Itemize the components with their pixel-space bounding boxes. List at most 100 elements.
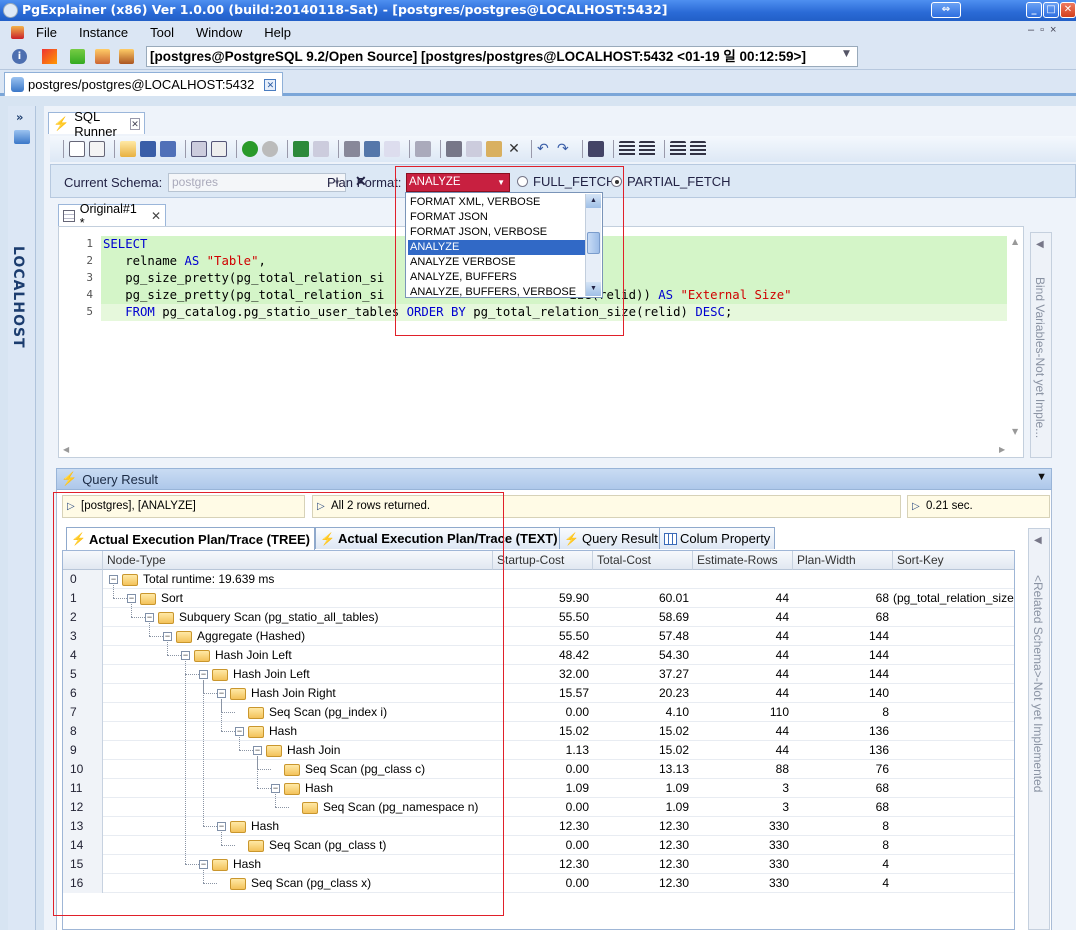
editor-scroll-right-icon[interactable]: ▶ [999, 445, 1005, 454]
total-cost-cell: 13.13 [658, 762, 689, 776]
cut-icon[interactable] [446, 141, 462, 157]
copy-file-icon[interactable] [89, 141, 105, 157]
bind-variables-panel[interactable]: ◀ Bind Variables-Not yet Imple... [1030, 232, 1052, 458]
editor-scroll-left-icon[interactable]: ◀ [63, 445, 69, 454]
toolbar-separator [114, 140, 115, 158]
undo-icon[interactable]: ↶ [537, 141, 553, 157]
code-line: pg_size_pretty(pg_total_relation_si [103, 270, 384, 287]
sort-key-cell: (pg_total_relation_size((p [893, 591, 1015, 605]
grid-icon[interactable] [313, 141, 329, 157]
restore-icon[interactable]: ⇔ [931, 2, 961, 18]
format-sql-icon[interactable] [211, 141, 227, 157]
menu-tool[interactable]: Tool [150, 25, 174, 40]
highlight-box-tree [53, 492, 504, 916]
related-panel-pin-icon[interactable]: ◀ [1034, 535, 1042, 546]
comment-icon[interactable] [670, 141, 686, 157]
connect-icon[interactable] [95, 49, 110, 64]
query-result-collapse-icon[interactable]: ▼ [1036, 471, 1047, 483]
bind-panel-pin-icon[interactable]: ◀ [1036, 239, 1044, 250]
connection-toolbar: i [postgres@PostgreSQL 9.2/Open Source] … [0, 43, 1076, 70]
menu-instance[interactable]: Instance [79, 25, 128, 40]
expand-sidebar-icon[interactable]: » [16, 110, 23, 124]
status-time-text: 0.21 sec. [926, 500, 973, 512]
line-number: 3 [86, 271, 93, 284]
export-excel-icon[interactable] [293, 141, 309, 157]
sql-runner-tab[interactable]: ⚡ SQL Runner ✕ [48, 109, 145, 139]
window-title: PgExplainer (x86) Ver 1.0.00 (build:2014… [22, 2, 668, 17]
close-tab-icon[interactable]: ✕ [264, 78, 277, 91]
menu-help[interactable]: Help [264, 25, 291, 40]
layout-icon[interactable] [384, 141, 400, 157]
total-cost-cell: 12.30 [658, 857, 689, 871]
tab-colum-property[interactable]: Colum Property [659, 527, 776, 549]
close-button[interactable]: ✕ [1060, 2, 1076, 18]
save-all-icon[interactable] [160, 141, 176, 157]
delete-icon[interactable]: ✕ [506, 141, 522, 157]
column-plan-width[interactable]: Plan-Width [793, 551, 893, 570]
total-cost-cell: 12.30 [658, 876, 689, 890]
minimize-button[interactable]: _ [1026, 2, 1042, 18]
close-editor-tab-icon[interactable]: ✕ [151, 209, 161, 223]
print-icon[interactable] [415, 141, 431, 157]
menu-app-icon [11, 25, 24, 39]
split-horizontal-icon[interactable] [344, 141, 360, 157]
split-vertical-icon[interactable] [364, 141, 380, 157]
sidebar-host-label[interactable]: LOCALHOST [10, 246, 26, 349]
document-tab[interactable]: postgres/postgres@LOCALHOST:5432 ✕ [4, 72, 284, 96]
column-estimate-rows[interactable]: Estimate-Rows [693, 551, 793, 570]
title-bar: PgExplainer (x86) Ver 1.0.00 (build:2014… [0, 0, 1076, 21]
sheet-icon [63, 209, 75, 222]
indent-icon[interactable] [619, 141, 635, 157]
total-cost-cell: 1.09 [665, 781, 689, 795]
editor-scroll-up-icon[interactable]: ▲ [1012, 237, 1018, 246]
paste-icon[interactable] [486, 141, 502, 157]
partial-fetch-radio[interactable]: PARTIAL_FETCH [611, 174, 731, 189]
stop-icon[interactable] [262, 141, 278, 157]
line-number: 4 [86, 288, 93, 301]
editor-scroll-down-icon[interactable]: ▼ [1012, 427, 1018, 436]
maximize-button[interactable]: □ [1043, 2, 1059, 18]
outdent-icon[interactable] [639, 141, 655, 157]
redo-icon[interactable]: ↷ [557, 141, 573, 157]
reconnect-icon[interactable] [119, 49, 134, 64]
add-connection-icon[interactable] [70, 49, 85, 64]
info-icon[interactable]: i [12, 49, 27, 64]
current-schema-select[interactable]: postgres ▼ [168, 173, 346, 192]
uncomment-icon[interactable] [690, 141, 706, 157]
startup-cost-cell: 0.00 [565, 705, 589, 719]
close-sql-runner-icon[interactable]: ✕ [130, 117, 140, 130]
mdi-controls[interactable]: –▫× [1028, 24, 1062, 36]
connection-label: [postgres@PostgreSQL 9.2/Open Source] [p… [150, 49, 806, 64]
startup-cost-cell: 48.42 [558, 648, 589, 662]
total-cost-cell: 60.01 [658, 591, 689, 605]
save-icon[interactable] [140, 141, 156, 157]
estimate-rows-cell: 330 [768, 857, 789, 871]
line-gutter: 1 2 3 4 5 [59, 227, 97, 443]
tab-query-result[interactable]: ⚡ Query Result [559, 527, 663, 549]
new-file-icon[interactable] [69, 141, 85, 157]
column-total-cost[interactable]: Total-Cost [593, 551, 693, 570]
explain-tree-icon[interactable] [191, 141, 207, 157]
open-folder-icon[interactable] [120, 141, 136, 157]
plan-width-cell: 140 [868, 686, 889, 700]
toolbar-separator [613, 140, 614, 158]
related-schema-panel[interactable]: ◀ <Related Schema>-Not yet Implemented [1028, 528, 1050, 930]
query-result-lightning-icon: ⚡ [61, 471, 78, 486]
menu-window[interactable]: Window [196, 25, 242, 40]
editor-tab[interactable]: Original#1 * ✕ [58, 202, 167, 230]
query-result-header: ⚡ Query Result ▼ [56, 468, 1052, 490]
column-sort-key[interactable]: Sort-Key [893, 551, 1014, 570]
run-icon[interactable] [242, 141, 258, 157]
menu-file[interactable]: File [36, 25, 57, 40]
copy-icon[interactable] [466, 141, 482, 157]
column-startup-cost[interactable]: Startup-Cost [493, 551, 593, 570]
disconnect-icon[interactable] [42, 49, 57, 64]
find-icon[interactable] [588, 141, 604, 157]
connection-select[interactable]: [postgres@PostgreSQL 9.2/Open Source] [p… [146, 46, 858, 67]
sql-text: ; [724, 305, 733, 319]
startup-cost-cell: 0.00 [565, 762, 589, 776]
app-logo-icon [3, 3, 18, 18]
total-cost-cell: 37.27 [658, 667, 689, 681]
estimate-rows-cell: 330 [768, 838, 789, 852]
chevron-down-icon[interactable]: ▼ [843, 49, 850, 59]
